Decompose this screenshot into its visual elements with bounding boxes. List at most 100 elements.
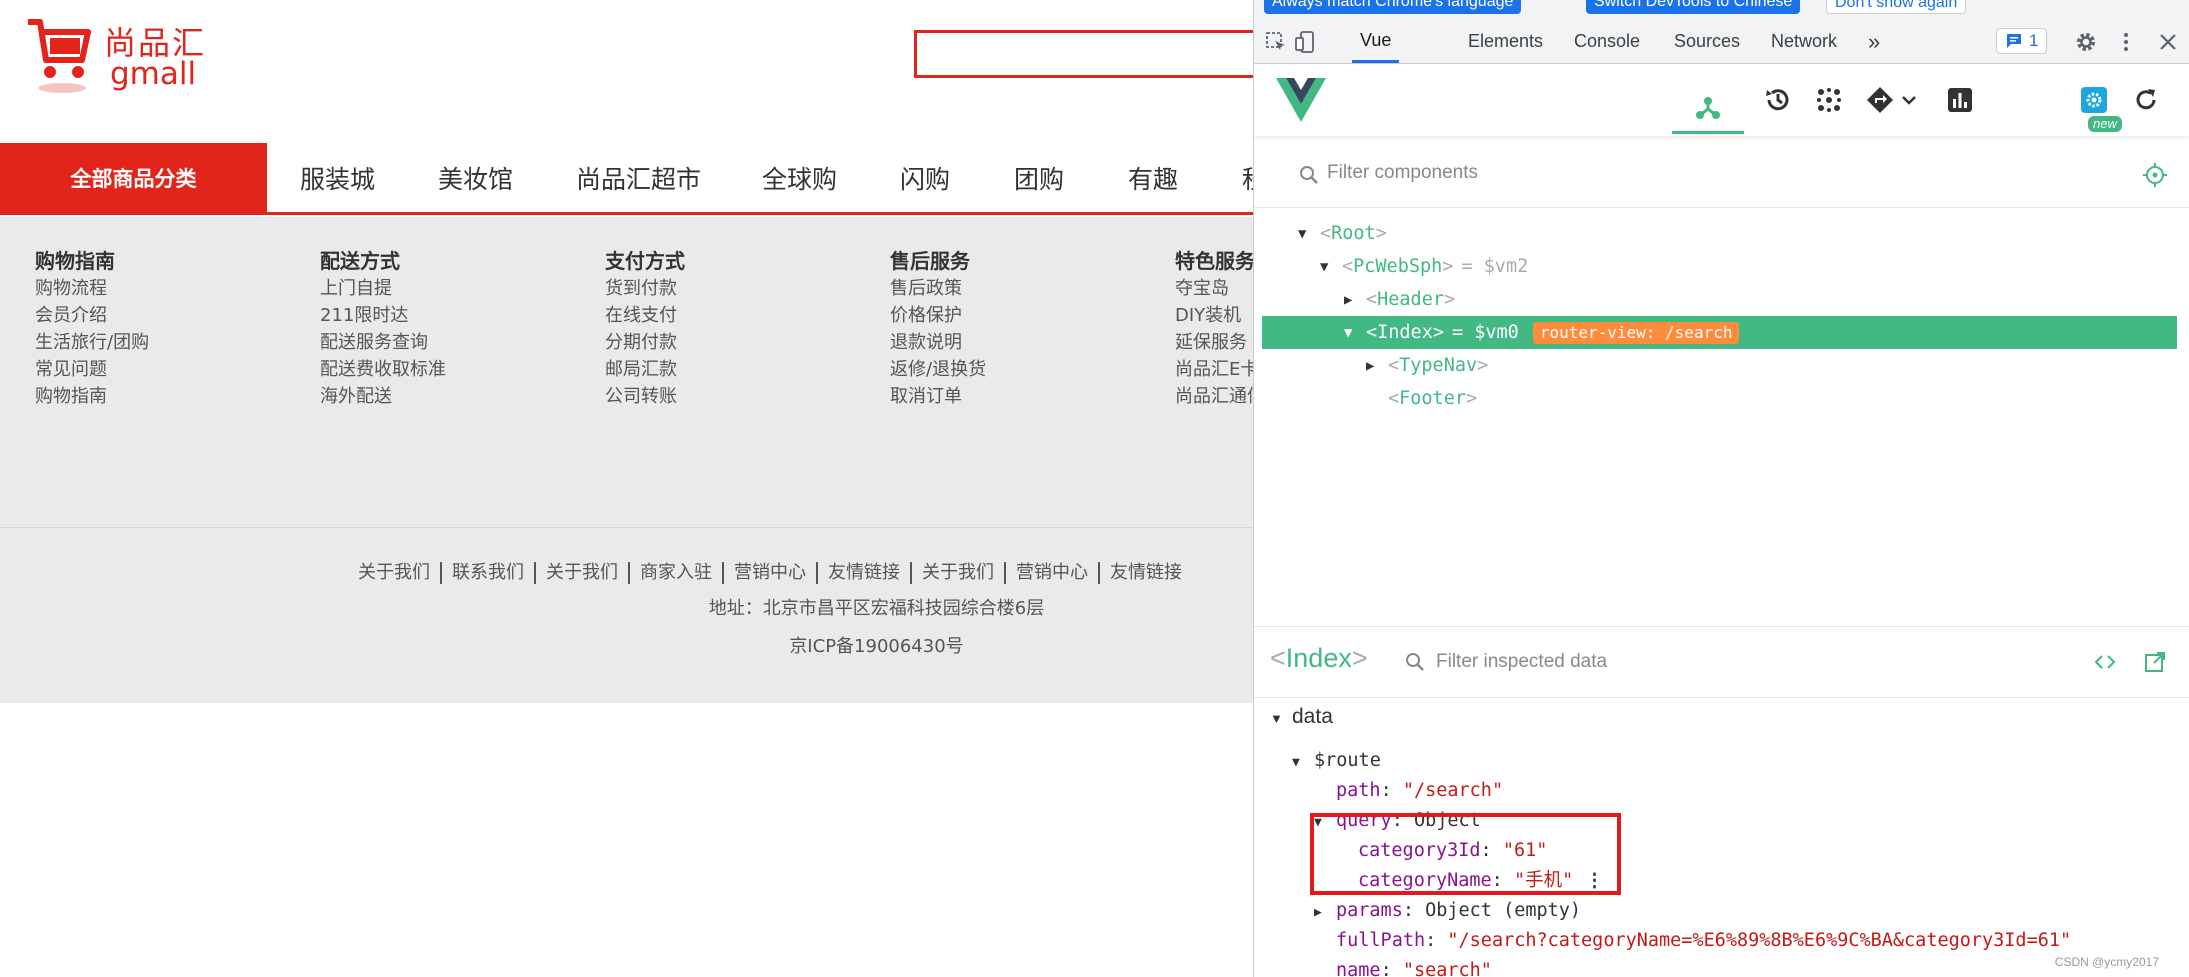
all-categories-button[interactable]: 全部商品分类 (0, 143, 267, 213)
tree-node-index-selected[interactable]: ▼ < Index > = $vm0 router-view: /search (1262, 316, 2177, 349)
data-value: "/search?categoryName=%E6%89%8B%E6%9C%BA… (1447, 930, 2072, 951)
more-tabs-icon[interactable]: » (1868, 20, 1880, 63)
service-link[interactable]: 配送费收取标准 (320, 356, 446, 383)
nav-item[interactable]: 秒 (1242, 143, 1253, 213)
service-link[interactable]: 分期付款 (605, 329, 685, 356)
nav-item[interactable]: 服装城 (300, 143, 375, 213)
match-language-button[interactable]: Always match Chrome's language (1264, 0, 1522, 14)
nav-item[interactable]: 美妆馆 (438, 143, 513, 213)
service-link[interactable]: 价格保护 (890, 302, 986, 329)
tab-vue[interactable]: Vue (1352, 20, 1400, 63)
dont-show-again-button[interactable]: Don't show again (1826, 0, 1967, 14)
service-link[interactable]: 尚品汇E卡 (1175, 356, 1253, 383)
filter-components[interactable]: Filter components (1254, 142, 2189, 208)
service-link[interactable]: 退款说明 (890, 329, 986, 356)
service-link[interactable]: 在线支付 (605, 302, 685, 329)
switch-chinese-button[interactable]: Switch DevTools to Chinese (1586, 0, 1801, 14)
inspected-component-name: <Index> (1270, 643, 1368, 673)
nav-item[interactable]: 团购 (1014, 143, 1064, 213)
service-link[interactable]: 配送服务查询 (320, 329, 446, 356)
service-link[interactable]: 生活旅行/团购 (35, 329, 149, 356)
data-value: "/search" (1402, 780, 1504, 801)
refresh-icon[interactable] (2128, 82, 2164, 118)
footer-links: 关于我们 联系我们 关于我们 商家入驻 营销中心 友情链接 关于我们 营销中心 友情链接 (348, 558, 1192, 584)
code-icon[interactable] (2094, 651, 2116, 673)
open-in-editor-icon[interactable] (2144, 651, 2166, 673)
performance-dots-icon[interactable] (1811, 82, 1847, 118)
params-row[interactable]: ▶ params: Object (empty) (1314, 896, 1581, 926)
service-link[interactable]: 常见问题 (35, 356, 149, 383)
select-component-icon[interactable] (2142, 162, 2168, 188)
service-link[interactable]: DIY装机 (1175, 302, 1253, 329)
service-link[interactable]: 夺宝岛 (1175, 275, 1253, 302)
shopping-cart-icon (28, 19, 91, 93)
service-link[interactable]: 售后政策 (890, 275, 986, 302)
footer-link[interactable]: 关于我们 (536, 558, 628, 584)
data-section-header[interactable]: ▼ data (1270, 702, 1333, 732)
language-infobar: Always match Chrome's language Switch De… (1254, 0, 2189, 20)
route-row[interactable]: ▼ $route (1292, 746, 1381, 776)
settings-new-icon[interactable] (2076, 82, 2112, 118)
service-link[interactable]: 尚品汇通信 (1175, 383, 1253, 410)
site-footer: 关于我们 联系我们 关于我们 商家入驻 营销中心 友情链接 关于我们 营销中心 友情链接 地址：… (0, 527, 1253, 703)
tab-sources[interactable]: Sources (1674, 20, 1740, 63)
component-name: TypeNav (1399, 355, 1478, 376)
gear-icon[interactable] (2074, 30, 2098, 54)
company-address: 地址：北京市昌平区宏福科技园综合楼6层 (708, 598, 1045, 619)
service-link[interactable]: 延保服务 (1175, 329, 1253, 356)
service-link[interactable]: 公司转账 (605, 383, 685, 410)
service-column: 配送方式 上门自提 211限时达 配送服务查询 配送费收取标准 海外配送 (320, 247, 446, 410)
service-link[interactable]: 上门自提 (320, 275, 446, 302)
filter-inspected-placeholder[interactable]: Filter inspected data (1436, 651, 1607, 673)
watermark: CSDN @ycmy2017 (2054, 955, 2159, 969)
service-link[interactable]: 邮局汇款 (605, 356, 685, 383)
footer-link[interactable]: 关于我们 (348, 558, 440, 584)
nav-item[interactable]: 尚品汇超市 (576, 143, 701, 213)
tab-elements[interactable]: Elements (1468, 20, 1543, 63)
service-column-title: 售后服务 (890, 249, 970, 273)
service-link[interactable]: 会员介绍 (35, 302, 149, 329)
issues-badge[interactable]: 1 (1996, 28, 2048, 54)
tree-node-header[interactable]: ▶ < Header > (1344, 283, 1455, 316)
footer-link[interactable]: 营销中心 (724, 558, 816, 584)
tree-node-root[interactable]: ▼ < Root > (1298, 217, 1387, 250)
nav-item[interactable]: 闪购 (900, 143, 950, 213)
tab-console[interactable]: Console (1574, 20, 1640, 63)
tree-node-typenav[interactable]: ▶ < TypeNav > (1366, 349, 1488, 382)
inspect-element-icon[interactable] (1264, 30, 1288, 54)
footer-link[interactable]: 友情链接 (1100, 558, 1192, 584)
nav-item[interactable]: 全球购 (762, 143, 837, 213)
data-type: Object (empty) (1425, 900, 1582, 921)
tree-node-pcwebsph[interactable]: ▼ < PcWebSph > = $vm2 (1320, 250, 1528, 283)
component-name: Index (1377, 322, 1433, 343)
router-view-tag: router-view: /search (1532, 321, 1740, 344)
site-logo[interactable]: 尚品汇 gmall (26, 16, 226, 106)
footer-link[interactable]: 友情链接 (818, 558, 910, 584)
service-link[interactable]: 购物流程 (35, 275, 149, 302)
service-column: 支付方式 货到付款 在线支付 分期付款 邮局汇款 公司转账 (605, 247, 685, 410)
tree-node-footer[interactable]: < Footer > (1366, 382, 1477, 415)
component-name: Footer (1399, 388, 1466, 409)
service-link[interactable]: 货到付款 (605, 275, 685, 302)
service-link[interactable]: 211限时达 (320, 302, 446, 329)
device-toolbar-icon[interactable] (1294, 30, 1318, 54)
footer-link[interactable]: 商家入驻 (630, 558, 722, 584)
routes-dropdown-icon[interactable] (1862, 82, 1924, 118)
bar-chart-icon[interactable] (1942, 82, 1978, 118)
service-link[interactable]: 购物指南 (35, 383, 149, 410)
service-link[interactable]: 海外配送 (320, 383, 446, 410)
search-input[interactable] (914, 30, 1253, 78)
footer-link[interactable]: 联系我们 (442, 558, 534, 584)
nav-item[interactable]: 有趣 (1128, 143, 1178, 213)
footer-link[interactable]: 关于我们 (912, 558, 1004, 584)
search-icon (1406, 653, 1424, 671)
more-options-icon[interactable] (2114, 30, 2138, 54)
close-icon[interactable] (2156, 30, 2180, 54)
service-link[interactable]: 返修/退换货 (890, 356, 986, 383)
footer-link[interactable]: 营销中心 (1006, 558, 1098, 584)
components-tab-icon[interactable] (1672, 82, 1744, 134)
data-key: params (1336, 900, 1403, 921)
timeline-history-icon[interactable] (1760, 82, 1796, 118)
tab-network[interactable]: Network (1771, 20, 1837, 63)
service-link[interactable]: 取消订单 (890, 383, 986, 410)
